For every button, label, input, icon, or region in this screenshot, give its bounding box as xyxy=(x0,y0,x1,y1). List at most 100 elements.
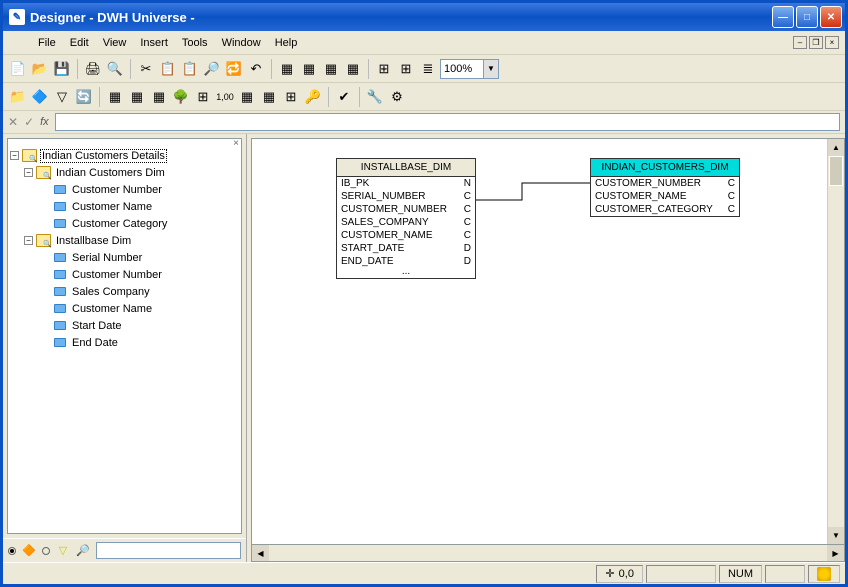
table-row[interactable]: SERIAL_NUMBERC xyxy=(337,190,475,203)
collapse-icon[interactable]: − xyxy=(24,236,33,245)
scroll-right-icon[interactable]: ▶ xyxy=(827,545,844,561)
class-icon[interactable]: 📁 xyxy=(8,87,28,107)
tree-leaf[interactable]: Customer Category xyxy=(10,215,239,232)
menu-insert[interactable]: Insert xyxy=(133,34,175,52)
vertical-scrollbar[interactable]: ▲ ▼ xyxy=(827,139,844,544)
condition-icon[interactable]: ▽ xyxy=(52,87,72,107)
tree-group-2[interactable]: − Installbase Dim xyxy=(10,232,239,249)
table-row[interactable]: CUSTOMER_CATEGORYC xyxy=(591,203,739,216)
save-icon[interactable]: 💾 xyxy=(52,59,72,79)
close-button[interactable]: ✕ xyxy=(820,6,842,28)
collapse-icon[interactable]: − xyxy=(10,151,19,160)
zoom-combo[interactable]: ▼ xyxy=(440,59,499,79)
t1-icon[interactable]: ▦ xyxy=(105,87,125,107)
scroll-thumb[interactable] xyxy=(829,156,843,186)
alias-icon[interactable]: ▦ xyxy=(321,59,341,79)
tree-leaf[interactable]: Customer Name xyxy=(10,198,239,215)
table-row[interactable]: START_DATED xyxy=(337,242,475,255)
zoom-input[interactable] xyxy=(441,63,483,75)
table-indian-customers[interactable]: INDIAN_CUSTOMERS_DIM CUSTOMER_NUMBERC CU… xyxy=(590,158,740,217)
table-row[interactable]: CUSTOMER_NUMBERC xyxy=(591,177,739,190)
menu-edit[interactable]: Edit xyxy=(63,34,96,52)
menu-view[interactable]: View xyxy=(96,34,134,52)
dimension-icon xyxy=(54,287,66,296)
table-row[interactable]: SALES_COMPANYC xyxy=(337,216,475,229)
mdi-restore-button[interactable]: ❐ xyxy=(809,36,823,49)
context-icon[interactable]: ▦ xyxy=(343,59,363,79)
tree-root[interactable]: − Indian Customers Details xyxy=(10,147,239,164)
key-icon[interactable]: 🔑 xyxy=(303,87,323,107)
menu-help[interactable]: Help xyxy=(268,34,305,52)
find-icon[interactable]: 🔎 xyxy=(202,59,222,79)
arrange-icon[interactable]: ⊞ xyxy=(374,59,394,79)
agg-icon[interactable]: 1,00 xyxy=(215,87,235,107)
menu-tools[interactable]: Tools xyxy=(175,34,215,52)
tree-leaf[interactable]: Start Date xyxy=(10,317,239,334)
hierarchy-icon[interactable]: 🌳 xyxy=(171,87,191,107)
table-more-icon[interactable]: ... xyxy=(337,268,475,278)
view-radio-1[interactable] xyxy=(8,547,16,555)
formula-cancel-icon[interactable]: ✕ xyxy=(8,115,18,129)
tree-group-1[interactable]: − Indian Customers Dim xyxy=(10,164,239,181)
menu-file[interactable]: File xyxy=(31,34,63,52)
table-installbase[interactable]: INSTALLBASE_DIM IB_PKN SERIAL_NUMBERC CU… xyxy=(336,158,476,279)
t3-icon[interactable]: ▦ xyxy=(149,87,169,107)
horizontal-scrollbar[interactable]: ◀ ▶ xyxy=(251,545,845,562)
tree-leaf[interactable]: Customer Number xyxy=(10,181,239,198)
formula-accept-icon[interactable]: ✓ xyxy=(24,115,34,129)
scroll-track[interactable] xyxy=(269,545,827,561)
open-icon[interactable]: 📂 xyxy=(30,59,50,79)
formula-input[interactable] xyxy=(55,113,840,131)
check-icon[interactable]: ✔ xyxy=(334,87,354,107)
refresh-icon[interactable]: 🔄 xyxy=(74,87,94,107)
undo-icon[interactable]: ↶ xyxy=(246,59,266,79)
params-icon[interactable]: ⚙ xyxy=(387,87,407,107)
table-row[interactable]: CUSTOMER_NAMEC xyxy=(337,229,475,242)
tree-leaf[interactable]: End Date xyxy=(10,334,239,351)
print-icon[interactable]: 🖨 xyxy=(83,59,103,79)
view-radio-2[interactable] xyxy=(42,547,50,555)
tree-search-input[interactable] xyxy=(96,542,241,559)
table-row[interactable]: IB_PKN xyxy=(337,177,475,190)
tree-leaf[interactable]: Sales Company xyxy=(10,283,239,300)
scroll-up-icon[interactable]: ▲ xyxy=(828,139,844,156)
tree-leaf[interactable]: Serial Number xyxy=(10,249,239,266)
schema-canvas[interactable]: INSTALLBASE_DIM IB_PKN SERIAL_NUMBERC CU… xyxy=(251,138,845,545)
collapse-icon[interactable]: − xyxy=(24,168,33,177)
replace-icon[interactable]: 🔁 xyxy=(224,59,244,79)
minimize-button[interactable]: — xyxy=(772,6,794,28)
find-tree-icon[interactable]: 🔎 xyxy=(76,544,90,558)
table-header: INSTALLBASE_DIM xyxy=(337,159,475,177)
preview-icon[interactable]: 🔍 xyxy=(105,59,125,79)
mdi-minimize-button[interactable]: – xyxy=(793,36,807,49)
view-filter-icon[interactable]: ▽ xyxy=(56,544,70,558)
scroll-down-icon[interactable]: ▼ xyxy=(828,527,844,544)
tables-icon[interactable]: ▦ xyxy=(277,59,297,79)
table-row[interactable]: CUSTOMER_NAMEC xyxy=(591,190,739,203)
copy-icon[interactable]: 📋 xyxy=(158,59,178,79)
menu-window[interactable]: Window xyxy=(215,34,268,52)
options-icon[interactable]: 🔧 xyxy=(365,87,385,107)
view-classes-icon[interactable]: 🔶 xyxy=(22,544,36,558)
t4-icon[interactable]: ⊞ xyxy=(193,87,213,107)
t2-icon[interactable]: ▦ xyxy=(127,87,147,107)
list-icon[interactable]: ≣ xyxy=(418,59,438,79)
scroll-left-icon[interactable]: ◀ xyxy=(252,545,269,561)
cut-icon[interactable]: ✂ xyxy=(136,59,156,79)
derived-icon[interactable]: ▦ xyxy=(299,59,319,79)
formula-fx-icon[interactable]: fx xyxy=(40,116,49,128)
mdi-close-button[interactable]: × xyxy=(825,36,839,49)
t5-icon[interactable]: ▦ xyxy=(237,87,257,107)
structure-icon[interactable]: ⊞ xyxy=(396,59,416,79)
tree-leaf[interactable]: Customer Number xyxy=(10,266,239,283)
tree-leaf[interactable]: Customer Name xyxy=(10,300,239,317)
panel-close-icon[interactable]: × xyxy=(233,138,239,150)
paste-icon[interactable]: 📋 xyxy=(180,59,200,79)
zoom-dropdown-icon[interactable]: ▼ xyxy=(483,60,498,78)
new-icon[interactable]: 📄 xyxy=(8,59,28,79)
t7-icon[interactable]: ⊞ xyxy=(281,87,301,107)
table-row[interactable]: CUSTOMER_NUMBERC xyxy=(337,203,475,216)
maximize-button[interactable]: □ xyxy=(796,6,818,28)
object-icon[interactable]: 🔷 xyxy=(30,87,50,107)
t6-icon[interactable]: ▦ xyxy=(259,87,279,107)
